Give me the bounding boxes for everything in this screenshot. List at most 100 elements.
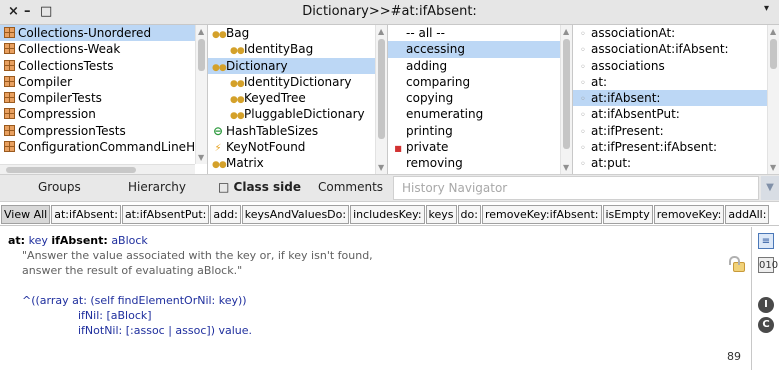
method-list[interactable]: ◦ associationAt: ◦ associationAt:ifAbsent: ◦… bbox=[573, 25, 779, 174]
code-line-2: ifNil: [aBlock] bbox=[78, 309, 152, 322]
class-item[interactable]: ●●KeyedTree bbox=[208, 90, 387, 106]
package-item-label: Collections-Weak bbox=[18, 42, 121, 57]
class-item[interactable]: ●●Matrix bbox=[208, 155, 387, 171]
method-item-label: at:ifAbsent: bbox=[591, 91, 661, 106]
close-icon[interactable]: × bbox=[8, 4, 19, 19]
selector-button[interactable]: keys bbox=[425, 205, 457, 224]
method-dot-icon: ◦ bbox=[580, 29, 586, 40]
scroll-down-icon[interactable]: ▼ bbox=[198, 153, 204, 162]
selector-button[interactable]: removeKey:ifAbsent: bbox=[481, 205, 602, 224]
protocol-item[interactable]: ■ private bbox=[388, 139, 572, 155]
method-item[interactable]: ◦ at: bbox=[573, 74, 779, 90]
method-item[interactable]: ◦ associations bbox=[573, 58, 779, 74]
class-side-toggle[interactable]: □ Class side bbox=[218, 180, 301, 194]
scroll-thumb[interactable] bbox=[563, 39, 570, 149]
tab-groups[interactable]: Groups bbox=[38, 180, 81, 194]
scroll-thumb[interactable] bbox=[198, 39, 205, 71]
selector-button[interactable]: includesKey: bbox=[350, 205, 425, 224]
minimize-icon[interactable]: – bbox=[24, 4, 31, 19]
protocol-list[interactable]: -- all -- accessing adding comparing copying… bbox=[388, 25, 573, 174]
selector-button[interactable]: at:ifAbsent: bbox=[51, 205, 121, 224]
class-item-label: KeyNotFound bbox=[226, 140, 306, 155]
selector-button[interactable]: isEmpty bbox=[602, 205, 653, 224]
method-item[interactable]: ◦ at:ifPresent: bbox=[573, 123, 779, 139]
history-navigator[interactable]: History Navigator bbox=[393, 176, 759, 200]
scroll-up-icon[interactable]: ▲ bbox=[198, 27, 204, 36]
method-item[interactable]: ◦ at:put: bbox=[573, 155, 779, 171]
class-item[interactable]: ⚡ KeyNotFound bbox=[208, 139, 387, 155]
method-item[interactable]: ◦ at:ifAbsent: bbox=[573, 90, 779, 107]
scroll-thumb[interactable] bbox=[770, 39, 777, 69]
signature-keyword: at: bbox=[8, 234, 26, 247]
package-item[interactable]: Collections-Weak bbox=[0, 41, 207, 57]
protocol-item[interactable]: accessing bbox=[388, 41, 572, 58]
package-item[interactable]: ConfigurationCommandLineH bbox=[0, 139, 207, 155]
class-item[interactable]: ●●IdentityDictionary bbox=[208, 74, 387, 90]
package-item[interactable]: CompressionTests bbox=[0, 123, 207, 139]
method-item[interactable]: ◦ associationAt: bbox=[573, 25, 779, 41]
class-icon[interactable]: C bbox=[758, 317, 774, 333]
class-item-label: IdentityBag bbox=[244, 42, 314, 57]
tab-comments[interactable]: Comments bbox=[318, 180, 383, 194]
class-scrollbar[interactable]: ▲ ▼ bbox=[375, 25, 387, 174]
method-scrollbar[interactable]: ▲ ▼ bbox=[767, 25, 779, 174]
tab-hierarchy[interactable]: Hierarchy bbox=[128, 180, 186, 194]
protocol-item[interactable]: -- all -- bbox=[388, 25, 572, 41]
code-editor[interactable]: at: key ifAbsent: aBlock "Answer the val… bbox=[0, 227, 752, 370]
protocol-item[interactable]: printing bbox=[388, 123, 572, 139]
package-item[interactable]: Compiler bbox=[0, 74, 207, 90]
protocol-item[interactable]: enumerating bbox=[388, 106, 572, 122]
hscroll-thumb[interactable] bbox=[6, 167, 136, 173]
protocol-item-label: private bbox=[406, 140, 449, 155]
package-item[interactable]: Compression bbox=[0, 106, 207, 122]
document-icon[interactable]: ≡ bbox=[758, 233, 774, 249]
view-all-button[interactable]: View All bbox=[1, 205, 51, 224]
method-item[interactable]: ◦ at:ifPresent:ifAbsent: bbox=[573, 139, 779, 155]
method-item[interactable]: ◦ associationAt:ifAbsent: bbox=[573, 41, 779, 57]
protocol-item[interactable]: adding bbox=[388, 58, 572, 74]
package-item[interactable]: Collections-Unordered bbox=[0, 25, 207, 42]
class-item[interactable]: ●●Bag bbox=[208, 25, 387, 41]
package-scrollbar[interactable]: ▲ ▼ bbox=[195, 25, 207, 164]
checkbox-icon[interactable]: □ bbox=[218, 180, 229, 194]
package-item[interactable]: CollectionsTests bbox=[0, 58, 207, 74]
selector-button[interactable]: removeKey: bbox=[653, 205, 725, 224]
package-list[interactable]: Collections-Unordered Collections-Weak Col… bbox=[0, 25, 208, 174]
scroll-down-icon[interactable]: ▼ bbox=[563, 163, 569, 172]
protocol-item[interactable]: comparing bbox=[388, 74, 572, 90]
selector-button[interactable]: add: bbox=[210, 205, 241, 224]
lock-icon[interactable] bbox=[729, 256, 745, 272]
selector-button[interactable]: do: bbox=[457, 205, 481, 224]
scroll-up-icon[interactable]: ▲ bbox=[770, 27, 776, 36]
window-menu-icon[interactable]: ▾ bbox=[764, 3, 769, 14]
scroll-down-icon[interactable]: ▼ bbox=[378, 163, 384, 172]
history-dropdown-icon[interactable]: ▼ bbox=[761, 176, 779, 200]
method-item[interactable]: ◦ at:ifAbsentPut: bbox=[573, 106, 779, 122]
maximize-icon[interactable]: □ bbox=[40, 4, 52, 19]
method-item-label: at:ifPresent:ifAbsent: bbox=[591, 140, 718, 155]
class-dots-icon: ●● bbox=[230, 111, 245, 122]
class-item[interactable]: ⊖ HashTableSizes bbox=[208, 123, 387, 139]
scroll-up-icon[interactable]: ▲ bbox=[563, 27, 569, 36]
selector-button[interactable]: at:ifAbsentPut: bbox=[121, 205, 210, 224]
class-item[interactable]: ●●Dictionary bbox=[208, 57, 387, 74]
class-item[interactable]: ●●PluggableDictionary bbox=[208, 106, 387, 122]
method-item-label: at: bbox=[591, 74, 608, 89]
bytecode-icon[interactable]: 010 bbox=[758, 257, 778, 273]
class-item[interactable]: ●●IdentityBag bbox=[208, 41, 387, 57]
package-item-label: ConfigurationCommandLineH bbox=[18, 140, 196, 155]
package-icon bbox=[4, 27, 15, 38]
scroll-up-icon[interactable]: ▲ bbox=[378, 27, 384, 36]
scroll-down-icon[interactable]: ▼ bbox=[770, 163, 776, 172]
package-item[interactable]: CompilerTests bbox=[0, 90, 207, 106]
protocol-item[interactable]: copying bbox=[388, 90, 572, 106]
info-icon[interactable]: I bbox=[758, 297, 774, 313]
selector-button-row: View All at:ifAbsent: at:ifAbsentPut: add: k… bbox=[0, 203, 779, 226]
selector-button[interactable]: addAll: bbox=[725, 205, 770, 224]
selector-button[interactable]: keysAndValuesDo: bbox=[241, 205, 350, 224]
protocol-scrollbar[interactable]: ▲ ▼ bbox=[560, 25, 572, 174]
scroll-thumb[interactable] bbox=[378, 39, 385, 139]
protocol-item[interactable]: removing bbox=[388, 155, 572, 171]
class-list[interactable]: ●●Bag ●●IdentityBag ●●Dictionary ●●Identity… bbox=[208, 25, 388, 174]
package-hscrollbar[interactable] bbox=[0, 164, 195, 174]
